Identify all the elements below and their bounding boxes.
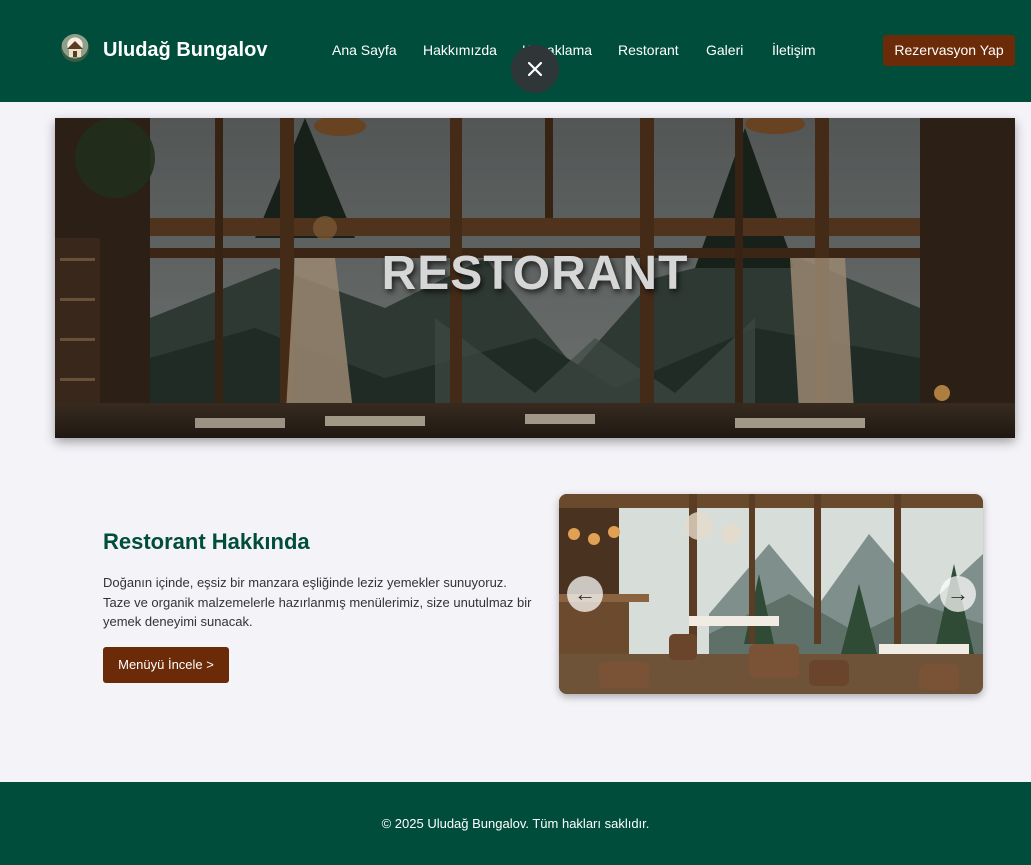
hero-banner: RESTORANT bbox=[55, 118, 1015, 438]
nav-link-contact[interactable]: İletişim bbox=[772, 42, 816, 58]
carousel-next-button[interactable]: → bbox=[940, 576, 976, 612]
nav-link-about[interactable]: Hakkımızda bbox=[423, 42, 497, 58]
hero-title: RESTORANT bbox=[381, 247, 689, 300]
about-description: Doğanın içinde, eşsiz bir manzara eşliği… bbox=[103, 575, 532, 629]
brand-name[interactable]: Uludağ Bungalov bbox=[103, 38, 267, 62]
bungalow-logo-icon[interactable] bbox=[61, 34, 89, 62]
close-button[interactable] bbox=[511, 45, 559, 93]
site-header: Uludağ Bungalov Ana Sayfa Hakkımızda Kon… bbox=[0, 0, 1031, 102]
nav-link-gallery[interactable]: Galeri bbox=[706, 42, 743, 58]
view-menu-button[interactable]: Menüyü İncele > bbox=[103, 647, 229, 683]
arrow-left-icon: ← bbox=[574, 581, 596, 606]
arrow-right-icon: → bbox=[947, 581, 969, 606]
nav-link-restaurant[interactable]: Restorant bbox=[618, 42, 679, 58]
restaurant-carousel: ← → bbox=[559, 494, 983, 694]
nav-link-home[interactable]: Ana Sayfa bbox=[332, 42, 397, 58]
carousel-restaurant-image bbox=[559, 494, 983, 694]
close-icon bbox=[527, 61, 543, 77]
carousel-prev-button[interactable]: ← bbox=[567, 576, 603, 612]
copyright-text: © 2025 Uludağ Bungalov. Tüm hakları sakl… bbox=[381, 816, 650, 831]
site-footer: © 2025 Uludağ Bungalov. Tüm hakları sakl… bbox=[0, 782, 1031, 865]
reservation-button[interactable]: Rezervasyon Yap bbox=[883, 35, 1015, 66]
about-title: Restorant Hakkında bbox=[103, 529, 310, 554]
